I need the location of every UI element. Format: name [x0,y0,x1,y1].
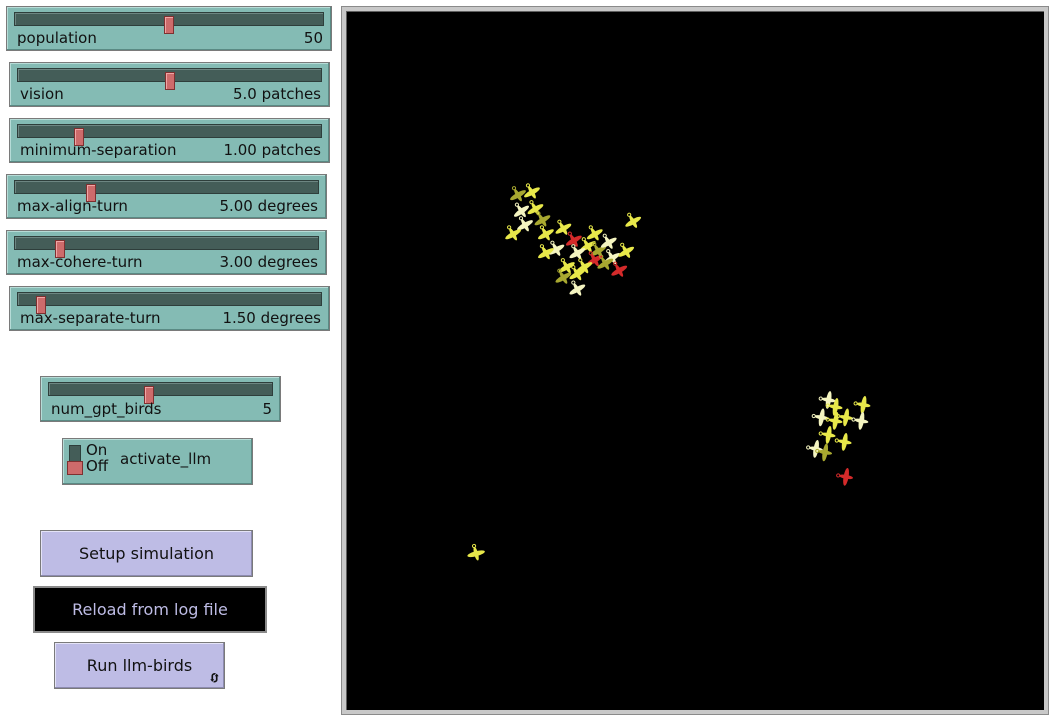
slider-value: 5.00 degrees [219,197,318,215]
slider-label: population [17,29,97,47]
slider-label: minimum-separation [20,141,177,159]
slider-num-gpt-birds[interactable]: num_gpt_birds 5 [40,376,281,422]
bird [836,467,853,486]
slider-value: 3.00 degrees [219,253,318,271]
slider-track[interactable] [14,236,319,258]
slider-population[interactable]: population 50 [6,6,332,51]
slider-max-cohere-turn[interactable]: max-cohere-turn 3.00 degrees [6,230,327,275]
run-llm-birds-button[interactable]: Run llm-birds 🔄︎ [54,642,225,689]
bird [625,212,642,228]
bird [836,408,853,427]
bird [513,202,530,218]
slider-track[interactable] [17,124,322,146]
slider-thumb[interactable] [164,16,174,34]
slider-max-separate-turn[interactable]: max-separate-turn 1.50 degrees [9,286,330,331]
button-label: Reload from log file [72,600,228,619]
button-label: Run llm-birds [86,656,193,675]
slider-label: max-cohere-turn [17,253,143,271]
switch-off-label: Off [86,457,109,475]
switch-activate-llm[interactable]: On Off activate_llm [62,438,253,485]
bird [853,395,871,414]
slider-label: max-align-turn [17,197,128,215]
slider-value: 5 [262,400,272,418]
slider-track[interactable] [17,292,322,314]
slider-value: 50 [303,29,323,47]
bird [851,412,869,430]
setup-simulation-button[interactable]: Setup simulation [40,530,253,577]
slider-label: vision [20,85,64,103]
forever-icon: 🔄︎ [209,672,220,685]
switch-knob[interactable] [67,461,83,475]
slider-track[interactable] [17,68,322,90]
slider-track[interactable] [14,12,324,34]
slider-value: 5.0 patches [232,85,321,103]
reload-from-log-button[interactable]: Reload from log file [33,586,267,633]
slider-track[interactable] [48,382,273,404]
slider-value: 1.50 degrees [222,309,321,327]
slider-label: num_gpt_birds [51,400,162,418]
slider-vision[interactable]: vision 5.0 patches [9,62,330,107]
switch-on-label: On [86,441,108,459]
button-label: Setup simulation [78,544,215,563]
bird [569,280,586,296]
bird [618,242,635,258]
slider-value: 1.00 patches [223,141,321,159]
slider-thumb[interactable] [164,72,175,90]
slider-label: max-separate-turn [20,309,161,327]
bird [811,408,829,427]
world-canvas [467,183,871,561]
bird [806,440,823,458]
world-view[interactable] [346,11,1044,710]
bird [834,433,852,451]
bird [467,543,485,561]
switch-label: activate_llm [120,450,212,468]
slider-max-align-turn[interactable]: max-align-turn 5.00 degrees [6,174,327,219]
slider-track[interactable] [14,180,319,202]
world-view-frame [341,6,1049,715]
slider-minimum-separation[interactable]: minimum-separation 1.00 patches [9,118,330,163]
